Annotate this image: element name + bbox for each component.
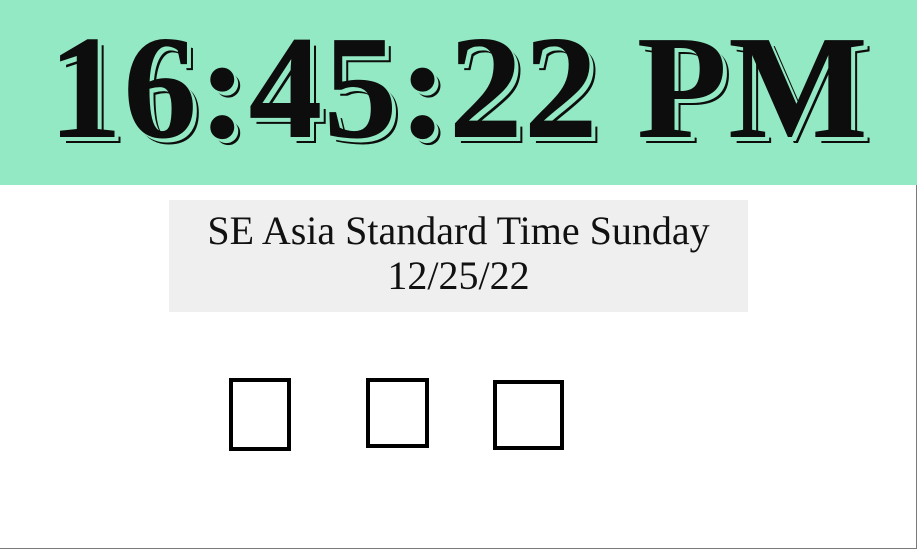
missing-glyph-box-icon <box>493 380 564 450</box>
missing-glyph-box-icon <box>229 378 291 451</box>
timezone-day-label: SE Asia Standard Time Sunday <box>207 208 710 253</box>
clock-banner: 16:45:22 PM <box>0 0 917 185</box>
clock-time-display: 16:45:22 PM <box>48 6 869 170</box>
date-label: 12/25/22 <box>387 253 530 298</box>
timezone-date-panel: SE Asia Standard Time Sunday 12/25/22 <box>169 200 748 312</box>
missing-glyph-box-icon <box>366 378 429 448</box>
